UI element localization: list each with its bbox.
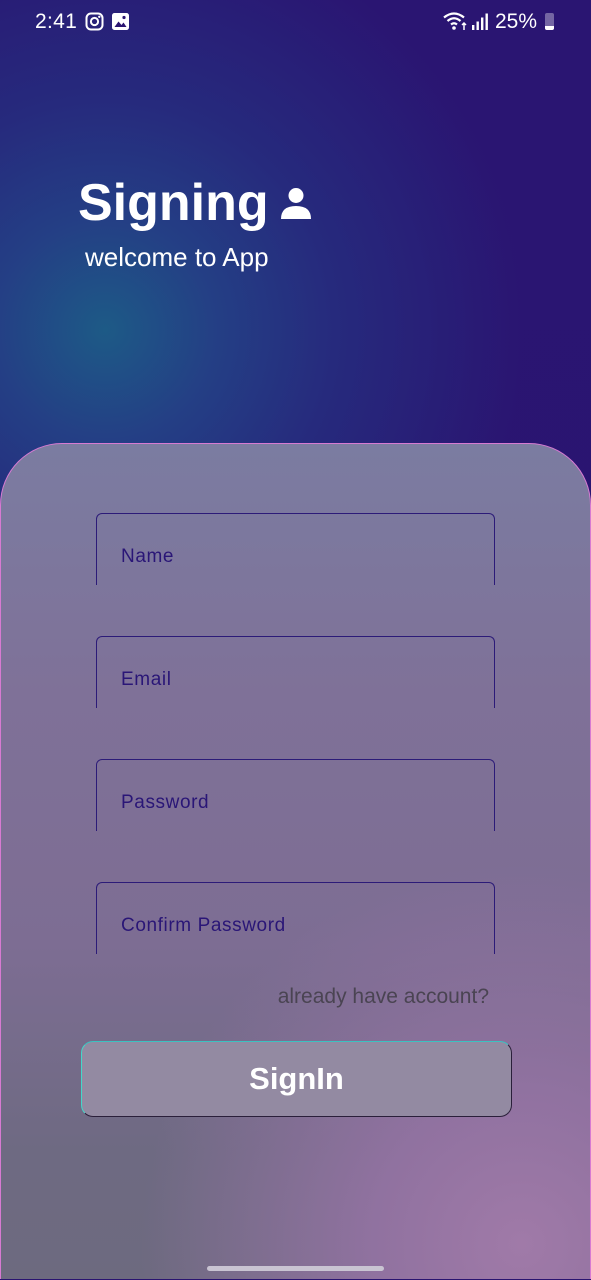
instagram-icon (85, 12, 104, 36)
person-icon (279, 186, 313, 225)
email-field[interactable]: Email (96, 636, 495, 708)
battery-icon (545, 13, 554, 30)
home-indicator[interactable] (207, 1266, 384, 1271)
password-field[interactable]: Password (96, 759, 495, 831)
name-placeholder: Name (121, 546, 175, 567)
page-subtitle: welcome to App (85, 242, 269, 272)
already-have-account-link[interactable]: already have account? (278, 985, 489, 1009)
signin-button[interactable]: SignIn (81, 1041, 512, 1117)
confirm-password-field[interactable]: Confirm Password (96, 882, 495, 954)
battery-percent: 25% (495, 10, 538, 33)
name-field[interactable]: Name (96, 513, 495, 585)
page-title: Signing (78, 174, 269, 232)
status-bar: 2:41 25% (0, 0, 591, 44)
signin-form-card: Name Email Password Confirm Password alr… (0, 443, 591, 1279)
status-time: 2:41 (35, 10, 78, 33)
signal-icon (471, 13, 489, 35)
wifi-icon (443, 11, 469, 36)
confirm-password-placeholder: Confirm Password (121, 915, 286, 936)
password-placeholder: Password (121, 792, 210, 813)
email-placeholder: Email (121, 669, 172, 690)
gallery-icon (111, 12, 130, 36)
